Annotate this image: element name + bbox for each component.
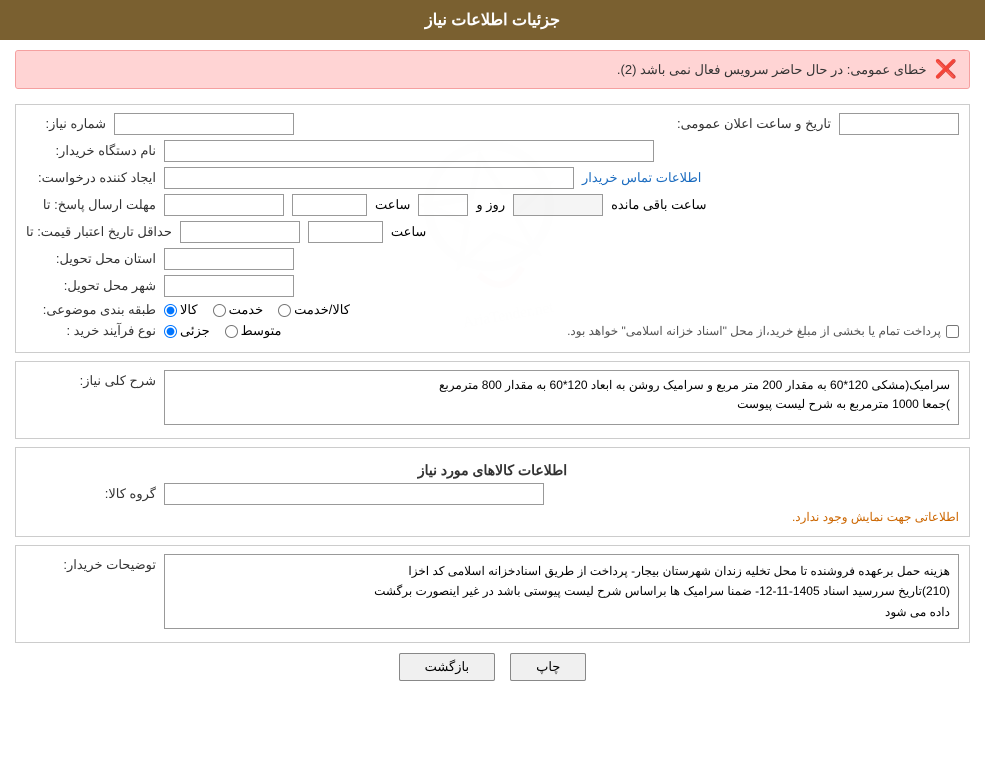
delivery-city-input[interactable]: سنندج (164, 275, 294, 297)
need-summary-line1: سرامیک(مشکی 120*60 به مقدار 200 متر مربع… (439, 378, 950, 392)
need-summary-box: سرامیک(مشکی 120*60 به مقدار 200 متر مربع… (164, 370, 959, 425)
category-radio-service[interactable] (213, 304, 226, 317)
category-option-service[interactable]: خدمت (213, 302, 264, 318)
row-delivery-province: کردستان استان محل تحویل: (26, 248, 959, 270)
creator-label: ایجاد کننده درخواست: (26, 170, 156, 186)
page-title: جزئیات اطلاعات نیاز (425, 12, 560, 29)
price-validity-label: حداقل تاریخ اعتبار قیمت: تا (26, 224, 172, 240)
category-radio-goods-services[interactable] (278, 304, 291, 317)
need-summary-label: شرح کلی نیاز: (26, 373, 156, 389)
creator-contact-link[interactable]: اطلاعات تماس خریدار (582, 170, 701, 186)
need-summary-section: سرامیک(مشکی 120*60 به مقدار 200 متر مربع… (15, 361, 970, 439)
row-need-summary: سرامیک(مشکی 120*60 به مقدار 200 متر مربع… (26, 370, 959, 425)
row-price-validity: ساعت 12:00 1403/07/30 حداقل تاریخ اعتبار… (26, 221, 959, 243)
announce-date-input[interactable]: 1403/06/21 - 07:39 (839, 113, 959, 135)
row-goods-group: تاسیسات و مصالح ساختمانی گروه کالا: (26, 483, 959, 505)
buyer-org-input[interactable]: اداره کل زندان ها و اقدامات تامینی و ترب… (164, 140, 654, 162)
reply-time-input[interactable]: 08:00 (292, 194, 367, 216)
buyer-org-label: نام دستگاه خریدار: (26, 143, 156, 159)
checkbox-row: پرداخت تمام یا بخشی از مبلغ خرید،از محل … (290, 324, 959, 338)
page-header: جزئیات اطلاعات نیاز (0, 0, 985, 40)
need-number-label: شماره نیاز: (26, 116, 106, 132)
row-delivery-city: سنندج شهر محل تحویل: (26, 275, 959, 297)
price-date-input[interactable]: 1403/07/30 (180, 221, 300, 243)
reply-days-input[interactable]: 6 (418, 194, 468, 216)
purchase-type-medium[interactable]: متوسط (225, 323, 282, 339)
no-info-text: اطلاعاتی جهت نمایش وجود ندارد. (26, 510, 959, 524)
buyer-desc-line1: هزینه حمل برعهده فروشنده تا محل تخلیه زن… (408, 564, 950, 578)
category-label-goods-services: کالا/خدمت (294, 302, 350, 318)
row-reply-deadline: ساعت باقی مانده 23:44:48 روز و 6 ساعت 08… (26, 194, 959, 216)
form-section: AriaTender.net 1403/06/21 - 07:39 تاریخ … (15, 104, 970, 353)
reply-countdown-input[interactable]: 23:44:48 (513, 194, 603, 216)
price-time-label: ساعت (391, 224, 426, 240)
goods-group-input[interactable]: تاسیسات و مصالح ساختمانی (164, 483, 544, 505)
category-option-goods[interactable]: کالا (164, 302, 198, 318)
row-purchase-type: پرداخت تمام یا بخشی از مبلغ خرید،از محل … (26, 323, 959, 339)
category-radio-group: کالا/خدمت خدمت کالا (164, 302, 350, 318)
purchase-type-radio-group: متوسط جزئی (164, 323, 282, 339)
reply-date-input[interactable]: 1403/06/28 (164, 194, 284, 216)
goods-section-title: اطلاعات کالاهای مورد نیاز (26, 462, 959, 479)
reply-days-label: روز و (476, 197, 505, 213)
back-button[interactable]: بازگشت (399, 653, 495, 681)
purchase-type-label: نوع فرآیند خرید : (26, 323, 156, 339)
row-buyer-desc: هزینه حمل برعهده فروشنده تا محل تخلیه زن… (26, 554, 959, 629)
category-label-service: خدمت (229, 302, 264, 318)
checkbox-label: پرداخت تمام یا بخشی از مبلغ خرید،از محل … (567, 324, 941, 338)
need-number-input[interactable]: 1103003379000054 (114, 113, 294, 135)
goods-group-label: گروه کالا: (26, 486, 156, 502)
purchase-type-minor[interactable]: جزئی (164, 323, 210, 339)
category-label: طبقه بندی موضوعی: (26, 302, 156, 318)
goods-section: اطلاعات کالاهای مورد نیاز تاسیسات و مصال… (15, 447, 970, 537)
reply-countdown-suffix: ساعت باقی مانده (611, 197, 706, 213)
delivery-province-input[interactable]: کردستان (164, 248, 294, 270)
reply-deadline-label: مهلت ارسال پاسخ: تا (26, 197, 156, 213)
buyer-desc-line2: (210)تاریخ سررسید اسناد 1405-11-12- ضمنا… (374, 584, 950, 598)
row-creator: اطلاعات تماس خریدار محمد فیادی کاربرداز … (26, 167, 959, 189)
buttons-row: چاپ بازگشت (15, 653, 970, 681)
row-buyer-org: اداره کل زندان ها و اقدامات تامینی و ترب… (26, 140, 959, 162)
error-icon: ❌ (935, 59, 957, 80)
category-label-goods: کالا (180, 302, 198, 318)
error-message: خطای عمومی: در حال حاضر سرویس فعال نمی ب… (617, 62, 927, 78)
purchase-type-label-medium: متوسط (241, 323, 282, 339)
creator-input[interactable]: محمد فیادی کاربرداز اداره کل زندان ها و … (164, 167, 574, 189)
purchase-type-radio-minor[interactable] (164, 325, 177, 338)
error-banner: ❌ خطای عمومی: در حال حاضر سرویس فعال نمی… (15, 50, 970, 89)
buyer-desc-box: هزینه حمل برعهده فروشنده تا محل تخلیه زن… (164, 554, 959, 629)
buyer-desc-section: هزینه حمل برعهده فروشنده تا محل تخلیه زن… (15, 545, 970, 643)
purchase-type-label-minor: جزئی (180, 323, 210, 339)
main-content: AriaTender.net 1403/06/21 - 07:39 تاریخ … (0, 99, 985, 701)
delivery-city-label: شهر محل تحویل: (26, 278, 156, 294)
delivery-province-label: استان محل تحویل: (26, 251, 156, 267)
category-option-goods-services[interactable]: کالا/خدمت (278, 302, 350, 318)
print-button[interactable]: چاپ (510, 653, 586, 681)
reply-time-label: ساعت (375, 197, 410, 213)
buyer-desc-line3: داده می شود (885, 605, 950, 619)
purchase-type-radio-medium[interactable] (225, 325, 238, 338)
need-summary-line2: )جمعا 1000 مترمربع به شرح لیست پیوست (737, 397, 950, 411)
price-time-input[interactable]: 12:00 (308, 221, 383, 243)
category-radio-goods[interactable] (164, 304, 177, 317)
row-category: کالا/خدمت خدمت کالا طبقه بندی موضوعی: (26, 302, 959, 318)
announce-date-label: تاریخ و ساعت اعلان عمومی: (677, 116, 831, 132)
islamic-treasury-checkbox[interactable] (946, 325, 959, 338)
buyer-desc-label: توضیحات خریدار: (26, 557, 156, 573)
row-need-number: 1403/06/21 - 07:39 تاریخ و ساعت اعلان عم… (26, 113, 959, 135)
